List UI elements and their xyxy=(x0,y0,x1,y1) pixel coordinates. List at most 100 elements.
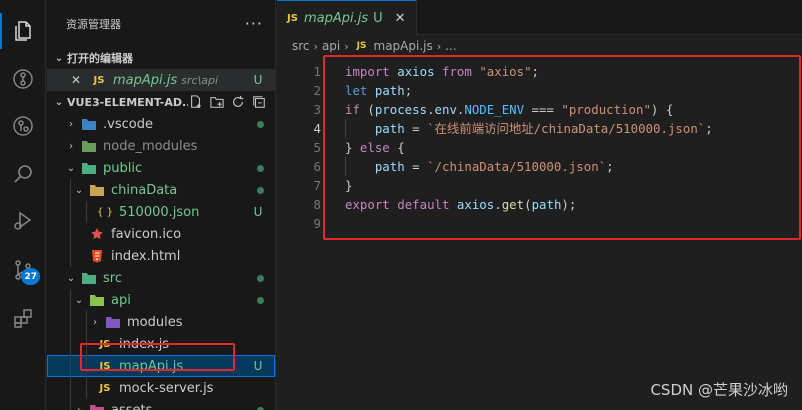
code-token: { xyxy=(389,140,405,155)
tree-folder-api[interactable]: ⌄ api xyxy=(47,289,275,311)
git-lens-icon[interactable] xyxy=(0,104,46,148)
project-section[interactable]: ⌄ VUE3-ELEMENT-AD... xyxy=(47,91,275,113)
breadcrumb-item[interactable]: mapApi.js xyxy=(374,39,433,53)
tab-mapapi-js[interactable]: JS mapApi.js U ✕ xyxy=(277,0,417,35)
tree-folder-modules[interactable]: › modules xyxy=(47,311,275,333)
open-editor-path: src\api xyxy=(181,73,219,87)
tab-bar: JS mapApi.js U ✕ xyxy=(277,0,802,35)
collapse-all-icon[interactable] xyxy=(251,94,267,110)
chevron-down-icon: ⌄ xyxy=(66,272,76,284)
tree-label: assets xyxy=(111,402,153,410)
open-editors-section[interactable]: ⌄ 打开的编辑器 xyxy=(47,47,275,69)
node-folder-icon xyxy=(79,139,99,153)
breadcrumb-item[interactable]: ... xyxy=(445,39,456,53)
tree-file-index-js[interactable]: JS index.js xyxy=(47,333,275,355)
tree-folder-src[interactable]: ⌄ src xyxy=(47,267,275,289)
code-token: === xyxy=(524,102,562,117)
src-folder-icon xyxy=(79,271,99,285)
tree-folder-node-modules[interactable]: › node_modules xyxy=(47,135,275,157)
code-token: ( xyxy=(524,197,532,212)
new-file-icon[interactable] xyxy=(188,94,204,110)
code-line: 1 import axios from "axios"; xyxy=(277,62,802,81)
run-debug-icon[interactable] xyxy=(0,198,46,242)
chevron-right-icon: › xyxy=(436,39,442,53)
code-line: 8 export default axios.get(path); xyxy=(277,195,802,214)
explorer-icon[interactable] xyxy=(0,9,46,53)
code-token: path xyxy=(374,159,405,174)
code-line: 3 if (process.env.NODE_ENV === "producti… xyxy=(277,100,802,119)
git-status-dot xyxy=(257,164,264,172)
code-token: if xyxy=(345,102,360,117)
code-token: ) { xyxy=(650,102,674,117)
api-folder-icon xyxy=(87,293,107,307)
git-status-dot xyxy=(257,186,264,194)
code-token: axios xyxy=(397,64,435,79)
tree-label: chinaData xyxy=(111,182,178,198)
modules-folder-icon xyxy=(103,315,123,329)
tree-file-favicon[interactable]: favicon.ico xyxy=(47,223,275,245)
js-file-icon: JS xyxy=(99,338,111,350)
tree-label: public xyxy=(103,160,143,176)
tree-label: index.js xyxy=(119,336,170,352)
star-file-icon xyxy=(87,227,107,241)
more-actions-button[interactable]: ··· xyxy=(245,14,263,33)
code-line: 6 path = `/chinaData/510000.json`; xyxy=(277,157,802,176)
chevron-right-icon: › xyxy=(93,316,97,328)
code-editor[interactable]: 1 import axios from "axios"; 2 let path;… xyxy=(277,62,802,233)
code-token: path xyxy=(374,121,405,136)
tree-folder-assets[interactable]: › assets xyxy=(47,399,275,410)
untracked-status: U xyxy=(253,205,263,219)
code-token: ; xyxy=(531,64,540,79)
untracked-status: U xyxy=(253,73,263,87)
line-number: 4 xyxy=(313,121,321,136)
tree-file-mock-server-js[interactable]: JS mock-server.js xyxy=(47,377,275,399)
code-line: 2 let path; xyxy=(277,81,802,100)
sidebar-title: 资源管理器 xyxy=(66,17,121,31)
public-folder-icon xyxy=(79,161,99,175)
code-token: path xyxy=(374,83,405,98)
tree-folder-public[interactable]: ⌄ public xyxy=(47,157,275,179)
tree-label: mock-server.js xyxy=(119,380,214,396)
open-editor-item[interactable]: ✕ JS mapApi.js src\api U xyxy=(47,69,275,91)
git-status-dot xyxy=(257,296,264,304)
breadcrumb-item[interactable]: src xyxy=(292,39,310,53)
tree-folder-chinadata[interactable]: ⌄ chinaData xyxy=(47,179,275,201)
open-editors-label: 打开的编辑器 xyxy=(67,52,133,65)
tree-folder-vscode[interactable]: › .vscode xyxy=(47,113,275,135)
breadcrumb-item[interactable]: api xyxy=(322,39,340,53)
code-token: = xyxy=(404,159,428,174)
project-label: VUE3-ELEMENT-AD... xyxy=(67,95,188,109)
close-icon[interactable]: ✕ xyxy=(71,73,89,87)
line-number: 2 xyxy=(313,83,321,98)
explorer-sidebar: 资源管理器 ··· ⌄ 打开的编辑器 ✕ JS mapApi.js src\ap… xyxy=(47,0,276,410)
line-number: 1 xyxy=(313,64,321,79)
code-token: `在线前端访问地址/chinaData/510000.json` xyxy=(427,121,706,136)
git-status-dot xyxy=(257,120,264,128)
code-token: default xyxy=(397,197,450,212)
tree-file-index-html[interactable]: index.html xyxy=(47,245,275,267)
tree-label: modules xyxy=(127,314,183,330)
code-token: `/chinaData/510000.json` xyxy=(427,159,607,174)
new-folder-icon[interactable] xyxy=(209,94,225,110)
tree-label: mapApi.js xyxy=(119,358,184,374)
tree-file-510000-json[interactable]: { } 510000.json U xyxy=(47,201,275,223)
code-token: process xyxy=(374,102,428,117)
tree-label: api xyxy=(111,292,131,308)
json-file-icon: { } xyxy=(97,206,113,218)
tree-label: src xyxy=(103,270,122,286)
timeline-icon[interactable] xyxy=(0,57,46,101)
source-control-icon[interactable]: 27 xyxy=(0,248,46,292)
code-token: = xyxy=(404,121,428,136)
refresh-icon[interactable] xyxy=(230,94,246,110)
git-status-dot xyxy=(257,274,264,282)
tree-file-mapapi-js[interactable]: JS mapApi.js U xyxy=(47,355,275,377)
code-token: ( xyxy=(359,102,375,117)
line-number: 7 xyxy=(313,178,321,193)
line-number: 3 xyxy=(313,102,321,117)
extensions-icon[interactable] xyxy=(0,297,46,341)
untracked-status: U xyxy=(373,10,383,26)
code-token: ; xyxy=(705,121,713,136)
code-token: } xyxy=(345,140,360,155)
search-icon[interactable] xyxy=(0,152,46,196)
close-icon[interactable]: ✕ xyxy=(395,11,406,26)
